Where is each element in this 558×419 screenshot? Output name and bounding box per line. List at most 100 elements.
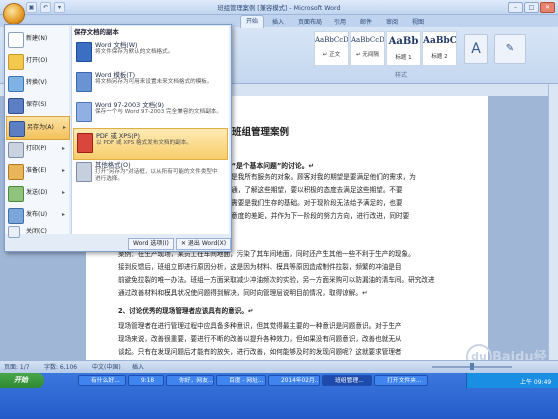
menu-item-label: 转换(V) xyxy=(26,79,47,86)
save-icon[interactable]: ▣ xyxy=(26,2,37,13)
menu-item-convert[interactable]: 转换(V) xyxy=(6,72,68,94)
menu-item-new[interactable]: 新建(N) xyxy=(6,28,68,50)
style-heading-2[interactable]: AaBbC 标题 2 xyxy=(422,31,457,66)
style-name: 标题 2 xyxy=(431,54,448,60)
send-icon xyxy=(8,186,24,202)
style-sample: AaBbCcDc xyxy=(315,36,348,44)
tab-mailings[interactable]: 邮件 xyxy=(360,17,372,26)
close-button[interactable]: ✕ xyxy=(540,2,555,13)
document-line: 前避免拉裂的唯一办法。班组一方面采取减少冲油频次的实验，另一方面采购可以防漏油的… xyxy=(118,276,435,284)
submenu-arrow-icon: ▸ xyxy=(61,167,65,174)
start-button[interactable]: 开始 xyxy=(0,373,44,388)
printer-icon xyxy=(8,142,24,158)
submenu-arrow-icon: ▸ xyxy=(61,189,65,196)
open-folder-icon xyxy=(8,54,24,70)
word-options-button[interactable]: Word 选项(I) xyxy=(128,238,174,250)
style-name: ↵ 正文 xyxy=(322,52,341,58)
save-option-desc: 将文档另存为可用来设置未来文档格式的模板。 xyxy=(95,79,213,85)
editing-icon[interactable]: ✎ xyxy=(494,34,526,64)
exit-word-button[interactable]: ✕ 退出 Word(X) xyxy=(176,238,232,250)
taskbar-item[interactable]: 有什么好... xyxy=(78,375,126,386)
customize-qat-icon[interactable]: ▾ xyxy=(54,2,65,13)
menu-item-send[interactable]: 发送(D) ▸ xyxy=(6,182,68,204)
tab-insert[interactable]: 插入 xyxy=(272,17,284,26)
tab-references[interactable]: 引用 xyxy=(334,17,346,26)
status-page[interactable]: 页面: 1/7 xyxy=(4,362,30,371)
taskbar-item[interactable]: 9:18 xyxy=(128,375,164,386)
menu-item-print[interactable]: 打印(P) ▸ xyxy=(6,138,68,160)
taskbar-item[interactable]: 你好，网友... xyxy=(166,375,214,386)
style-name: 标题 1 xyxy=(395,55,412,61)
word-97-2003-icon xyxy=(76,102,92,122)
style-heading-1[interactable]: AaBb 标题 1 xyxy=(386,31,421,66)
menu-item-save[interactable]: 保存(S) xyxy=(6,94,68,116)
save-as-word-document[interactable]: Word 文档(W) 将文件保存为默认的文档格式。 xyxy=(73,38,226,68)
status-language[interactable]: 中文(中国) xyxy=(92,362,121,371)
menu-item-label: 打开(O) xyxy=(26,57,48,64)
convert-icon xyxy=(8,76,24,92)
submenu-arrow-icon: ▸ xyxy=(61,145,65,152)
save-disk-icon xyxy=(8,98,24,114)
document-title: 班组管理案例 xyxy=(232,127,290,138)
taskbar-item[interactable]: 百度 - 网址... xyxy=(216,375,266,386)
save-as-icon xyxy=(9,121,25,137)
style-no-spacing[interactable]: AaBbCcDc ↵ 无间隔 xyxy=(350,31,385,66)
style-normal[interactable]: AaBbCcDc ↵ 正文 xyxy=(314,31,349,66)
menu-item-label: 关闭(C) xyxy=(26,228,47,235)
zoom-slider-thumb[interactable] xyxy=(470,363,474,370)
save-option-title: PDF 或 XPS(P) xyxy=(96,132,141,140)
tab-page-layout[interactable]: 页面布局 xyxy=(298,17,322,26)
save-as-word-97-2003[interactable]: Word 97-2003 文档(9) 保存一个与 Word 97-2003 完全… xyxy=(73,98,226,128)
save-as-other-formats[interactable]: 其他格式(O) 打开"另存为"对话框，以从所有可能的文件类型中进行选择。 xyxy=(73,158,226,188)
undo-icon[interactable]: ↶ xyxy=(40,2,51,13)
taskbar-item[interactable]: 打开文件夹... xyxy=(374,375,428,386)
office-button-icon[interactable] xyxy=(3,3,25,25)
tab-review[interactable]: 审阅 xyxy=(386,17,398,26)
save-option-title: 其他格式(O) xyxy=(95,161,131,169)
maximize-button[interactable]: □ xyxy=(524,2,539,13)
document-line: 谈起。只有在发现问题后才能有的放矢，进行改善，如何能够及时的发现问题呢？这就要求… xyxy=(118,348,402,356)
save-as-pdf-xps[interactable]: PDF 或 XPS(P) 以 PDF 或 XPS 格式发布文档的副本。 xyxy=(73,128,228,160)
document-line: 的沟通，了解这些期望，要以积极的态度去满足这些期望。不要 xyxy=(218,186,403,194)
menu-item-open[interactable]: 打开(O) xyxy=(6,50,68,72)
menu-item-label: 发送(D) xyxy=(26,189,48,196)
menu-item-close[interactable]: 关闭(C) xyxy=(6,226,68,238)
styles-group-label: 样式 xyxy=(395,72,408,79)
pdf-icon xyxy=(77,133,93,153)
style-sample: AaBbC xyxy=(423,36,456,46)
document-line: 客满意度的差距，并作为下一阶段的努力方向，进行改进，同时要 xyxy=(218,212,410,220)
tab-view[interactable]: 视图 xyxy=(412,17,424,26)
quick-access-toolbar: ▣ ↶ ▾ xyxy=(26,2,65,13)
menu-item-save-as[interactable]: 另存为(A) ▸ xyxy=(6,116,70,140)
word-document-icon xyxy=(76,42,92,62)
submenu-title: 保存文档的副本 xyxy=(74,28,119,36)
vertical-scrollbar[interactable] xyxy=(548,84,558,360)
new-document-icon xyxy=(8,32,24,48)
save-option-title: Word 97-2003 文档(9) xyxy=(95,101,165,109)
menu-item-publish[interactable]: 发布(U) ▸ xyxy=(6,204,68,226)
submenu-arrow-icon: ▸ xyxy=(61,211,65,218)
taskbar-item-active[interactable]: 班组管理... xyxy=(322,375,372,386)
change-styles-icon[interactable]: A xyxy=(464,34,488,64)
save-as-word-template[interactable]: Word 模板(T) 将文档另存为可用来设置未来文档格式的模板。 xyxy=(73,68,226,98)
document-line: 顾客是我所有服务的对象。顾客对我的期望是要满足他们的需求，为 xyxy=(218,173,416,181)
clock[interactable]: 上午 09:49 xyxy=(520,377,551,386)
menu-item-prepare[interactable]: 准备(E) ▸ xyxy=(6,160,68,182)
style-sample: AaBb xyxy=(388,36,419,47)
document-line: 现场管理者在进行管理过程中应具备多种意识，但其觉得最主要的一种意识是问题意识。对… xyxy=(118,322,402,330)
menu-item-label: 另存为(A) xyxy=(27,124,54,131)
window-title: 班组管理案例 [兼容模式] - Microsoft Word xyxy=(217,5,341,12)
tab-home[interactable]: 开始 xyxy=(240,15,265,28)
menu-item-label: 准备(E) xyxy=(26,167,47,174)
prepare-icon xyxy=(8,164,24,180)
publish-icon xyxy=(8,208,24,224)
taskbar-item[interactable]: 2014年02月... xyxy=(268,375,320,386)
save-option-title: Word 文档(W) xyxy=(95,41,138,49)
close-document-icon xyxy=(8,226,20,238)
status-mode[interactable]: 插入 xyxy=(132,362,144,371)
save-option-desc: 将文件保存为默认的文档格式。 xyxy=(95,49,174,55)
save-option-desc: 打开"另存为"对话框，以从所有可能的文件类型中进行选择。 xyxy=(95,169,218,182)
status-words[interactable]: 字数: 6,106 xyxy=(44,362,77,371)
minimize-button[interactable]: – xyxy=(508,2,523,13)
other-formats-icon xyxy=(76,162,92,182)
